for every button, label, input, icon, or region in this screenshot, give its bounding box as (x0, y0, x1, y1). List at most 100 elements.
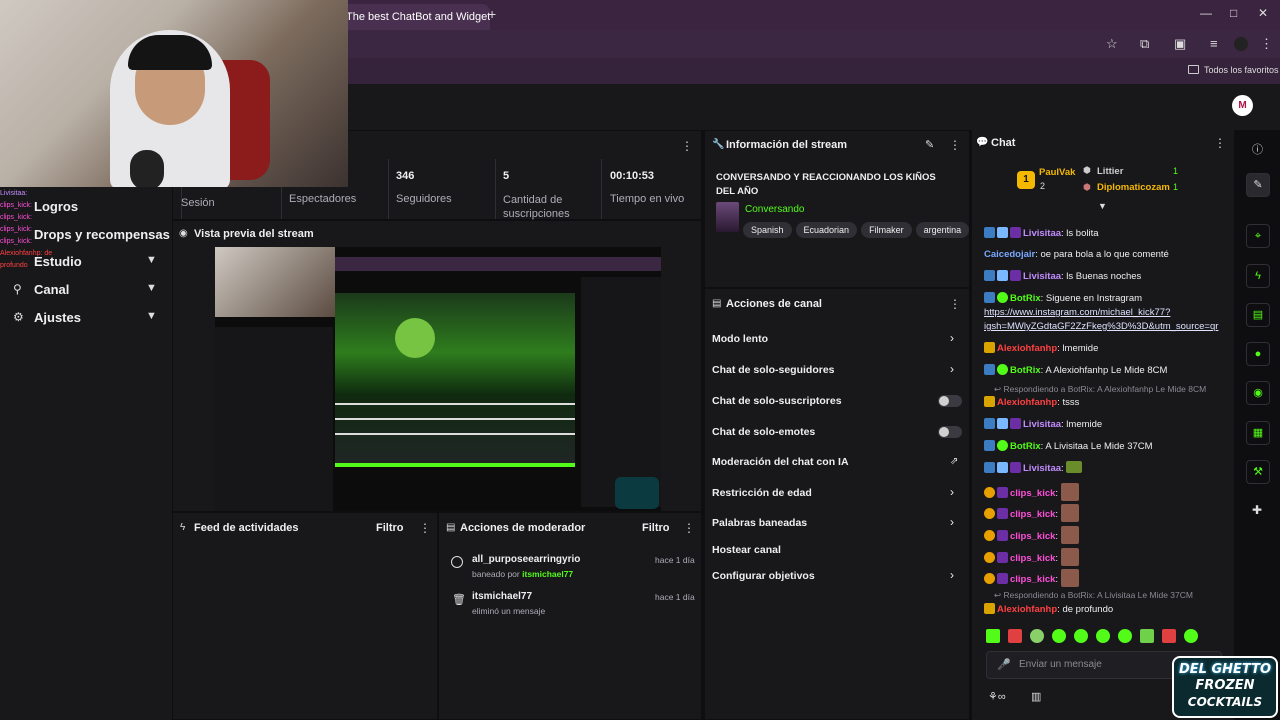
maximize-icon[interactable]: □ (1230, 6, 1237, 20)
chat-username[interactable]: BotRix (1010, 293, 1041, 304)
sidebar-item-ajustes[interactable]: Ajustes ▼ (34, 310, 184, 325)
mod-action-user[interactable]: all_purposeearringyrio (472, 554, 580, 565)
emote-icon[interactable] (1140, 629, 1154, 643)
crown-icon (984, 342, 995, 353)
user-avatar[interactable]: M (1232, 95, 1253, 116)
chat-username[interactable]: Caicedojair (984, 249, 1035, 260)
mod-action-user[interactable]: itsmichael77 (472, 591, 532, 602)
target-icon[interactable]: ⌖ (1246, 224, 1270, 248)
star-icon[interactable]: ☆ (1106, 36, 1118, 52)
chat-username[interactable]: clips_kick (1010, 531, 1055, 542)
more-vertical-icon[interactable]: ⋮ (681, 139, 693, 153)
menu-list-icon[interactable]: ≡ (1210, 36, 1218, 51)
microphone-icon[interactable]: 🎤 (997, 658, 1011, 671)
chat-username[interactable]: clips_kick (1010, 553, 1055, 564)
tag-chip[interactable]: Spanish (743, 222, 792, 238)
pin-collapse-icon[interactable]: ▼ (1098, 201, 1107, 211)
chat-username[interactable]: Livisitaa (1023, 419, 1061, 430)
chat-link[interactable]: igsh=MWlyZGdtaGF2ZzFkeg%3D%3D&utm_source… (984, 321, 1218, 332)
sidebar-item-drops[interactable]: Drops y recompensas (34, 227, 170, 242)
chat-username[interactable]: BotRix (1010, 365, 1041, 376)
chat-username[interactable]: clips_kick (1010, 509, 1055, 520)
chat-icon[interactable]: ● (1246, 342, 1270, 366)
age-restriction-row[interactable]: Restricción de edad (712, 487, 812, 499)
emote-icon[interactable] (1162, 629, 1176, 643)
emote-icon[interactable] (1030, 629, 1044, 643)
chat-username[interactable]: Alexiohfanhp (997, 397, 1057, 408)
reply-reference[interactable]: ↩ Respondiendo a BotRix: A Alexiohfanhp … (994, 384, 1206, 395)
add-widget-icon[interactable]: ✚ (1252, 503, 1262, 517)
mod-filter-button[interactable]: Filtro (642, 522, 670, 534)
more-vertical-icon[interactable]: ⋮ (949, 297, 961, 311)
leaderboard-first-user[interactable]: PaulVak (1039, 167, 1075, 178)
layout-icon[interactable]: ▦ (1246, 421, 1270, 445)
emote-icon[interactable] (1118, 629, 1132, 643)
more-vertical-icon[interactable]: ⋮ (1214, 136, 1226, 150)
chevron-right-icon[interactable]: › (950, 362, 954, 376)
more-vertical-icon[interactable]: ⋮ (419, 521, 431, 535)
followers-only-row[interactable]: Chat de solo-seguidores (712, 364, 835, 376)
emotes-only-toggle[interactable] (938, 426, 962, 438)
category-link[interactable]: Conversando (745, 204, 804, 215)
chat-username[interactable]: Livisitaa (1023, 228, 1061, 239)
emote-icon[interactable] (1008, 629, 1022, 643)
category-thumbnail[interactable] (716, 202, 739, 232)
slow-mode-row[interactable]: Modo lento (712, 333, 768, 345)
all-bookmarks-link[interactable]: Todos los favoritos (1204, 65, 1279, 75)
store-icon[interactable]: ▥ (1031, 690, 1041, 703)
close-window-icon[interactable]: ✕ (1258, 6, 1268, 20)
emote-picker-icon[interactable]: ⚘∞ (988, 690, 1006, 703)
chat-username[interactable]: Livisitaa (1023, 463, 1061, 474)
chat-username[interactable]: clips_kick (1010, 488, 1055, 499)
tag-chip[interactable]: Filmaker (861, 222, 912, 238)
emote-icon[interactable] (1074, 629, 1088, 643)
leaderboard-third-user[interactable]: Diplomaticozam (1097, 182, 1170, 193)
profile-avatar-icon[interactable] (1234, 37, 1248, 51)
ai-moderation-row[interactable]: Moderación del chat con IA (712, 456, 849, 468)
tag-chip[interactable]: Ecuadorian (795, 222, 858, 238)
wrench-icon[interactable]: ⚒ (1246, 460, 1270, 484)
emote-icon[interactable] (1052, 629, 1066, 643)
external-link-icon[interactable]: ⇗ (950, 456, 958, 467)
sidebar-item-canal[interactable]: Canal ▼ (34, 282, 184, 297)
minimize-icon[interactable]: — (1200, 6, 1212, 20)
notes-icon[interactable]: ▤ (1246, 303, 1270, 327)
feed-filter-button[interactable]: Filtro (376, 522, 404, 534)
sidebar-item-estudio[interactable]: Estudio ▼ (34, 254, 184, 269)
reply-reference[interactable]: ↩ Respondiendo a BotRix: A Livisitaa Le … (994, 590, 1193, 601)
emote-icon[interactable] (1096, 629, 1110, 643)
more-vertical-icon[interactable]: ⋮ (1260, 36, 1273, 52)
emote-icon[interactable] (1184, 629, 1198, 643)
preview-video[interactable] (215, 247, 661, 511)
chat-username[interactable]: Livisitaa (1023, 271, 1061, 282)
chat-link[interactable]: https://www.instagram.com/michael_kick77… (984, 307, 1170, 318)
chat-username[interactable]: Alexiohfanhp (997, 343, 1057, 354)
broadcast-icon[interactable]: ◉ (1246, 381, 1270, 405)
sidebar-item-logros[interactable]: Logros (34, 199, 78, 214)
bolt-icon[interactable]: ϟ (1246, 264, 1270, 288)
new-tab-button[interactable]: + (488, 6, 496, 22)
emote-icon[interactable] (986, 629, 1000, 643)
pencil-icon[interactable]: ✎ (925, 138, 934, 151)
host-channel-row[interactable]: Hostear canal (712, 544, 781, 556)
info-icon[interactable]: ⓘ (1252, 141, 1263, 157)
browser-tab[interactable]: The best ChatBot and Widgets ✕ (340, 4, 490, 30)
chevron-right-icon[interactable]: › (950, 485, 954, 499)
chevron-right-icon[interactable]: › (950, 515, 954, 529)
sidepanel-icon[interactable]: ▣ (1174, 36, 1186, 52)
goals-row[interactable]: Configurar objetivos (712, 570, 815, 582)
subscribers-only-toggle[interactable] (938, 395, 962, 407)
edit-mode-icon[interactable]: ✎ (1246, 173, 1270, 197)
leaderboard-second-user[interactable]: Littier (1097, 166, 1123, 177)
mod-action-by[interactable]: itsmichael77 (522, 569, 573, 579)
banned-words-row[interactable]: Palabras baneadas (712, 517, 807, 529)
more-vertical-icon[interactable]: ⋮ (949, 138, 961, 152)
chat-username[interactable]: BotRix (1010, 441, 1041, 452)
chat-username[interactable]: clips_kick (1010, 574, 1055, 585)
tag-chip[interactable]: argentina (915, 222, 970, 238)
extensions-icon[interactable]: ⧉ (1140, 36, 1149, 52)
chevron-right-icon[interactable]: › (950, 331, 954, 345)
more-vertical-icon[interactable]: ⋮ (683, 521, 695, 535)
chat-username[interactable]: Alexiohfanhp (997, 604, 1057, 615)
chevron-right-icon[interactable]: › (950, 568, 954, 582)
